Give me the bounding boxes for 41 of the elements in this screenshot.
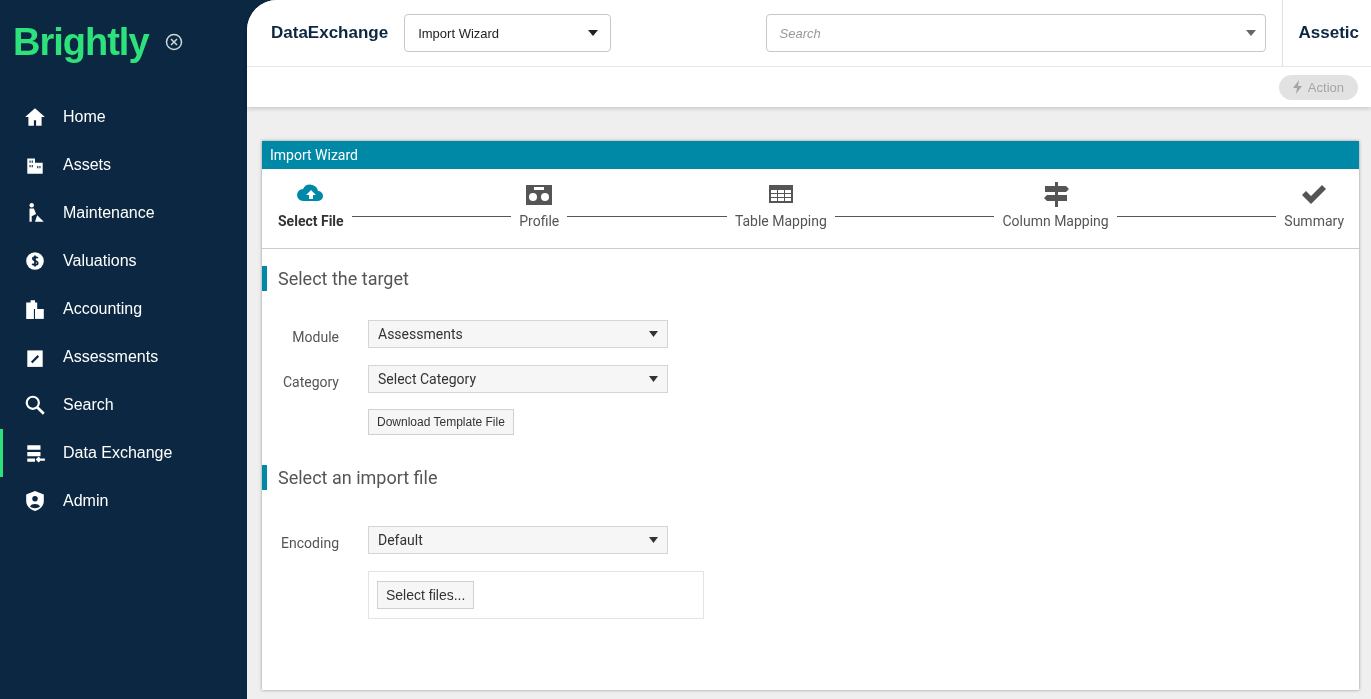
lightning-icon (1292, 80, 1302, 94)
panel-title: Import Wizard (270, 147, 358, 163)
home-icon (24, 106, 46, 128)
wizard-step[interactable]: Table Mapping (734, 181, 827, 229)
server-icon (24, 442, 46, 464)
sidebar-item[interactable]: Admin (0, 477, 247, 525)
sidebar-item[interactable]: Maintenance (0, 189, 247, 237)
close-icon[interactable] (164, 33, 183, 51)
field-label: Module (292, 327, 339, 345)
wizard-step[interactable]: Select File (278, 181, 344, 229)
section-heading: Select an import file (262, 465, 1359, 490)
dropdown-field[interactable]: Select Category (368, 365, 668, 393)
dropdown-field[interactable]: Assessments (368, 320, 668, 348)
caret-icon (649, 376, 658, 382)
sidebar-item[interactable]: Valuations (0, 237, 247, 285)
money-icon (24, 250, 46, 272)
sidebar-item[interactable]: Home (0, 93, 247, 141)
section-heading: Select the target (262, 266, 1359, 291)
caret-icon (588, 30, 599, 36)
brightly-logo: Brightly (13, 23, 149, 61)
caret-icon (649, 537, 658, 543)
sidebar-item[interactable]: Accounting (0, 285, 247, 333)
wizard-step[interactable]: Summary (1284, 181, 1345, 229)
wizard-step[interactable]: Column Mapping (1002, 181, 1109, 229)
select-files-button[interactable]: Select files... (377, 581, 475, 609)
dropdown-field[interactable]: Default (368, 526, 668, 554)
shield-icon (24, 490, 46, 512)
field-label: Category (282, 372, 339, 390)
search-field[interactable]: Search (765, 14, 1266, 52)
sidebar-item[interactable]: Assessments (0, 333, 247, 381)
page-dropdown[interactable]: Import Wizard (404, 14, 612, 52)
field-label: Encoding (281, 533, 339, 551)
page-title: DataExchange (271, 23, 389, 43)
download-template-button[interactable]: Download Template File (368, 409, 514, 435)
caret-icon (1245, 30, 1256, 36)
search-icon (24, 394, 46, 416)
caret-icon (649, 331, 658, 337)
tenant-name: Assetic (1281, 0, 1371, 66)
sidebar-item[interactable]: Assets (0, 141, 247, 189)
sidebar-item[interactable]: Search (0, 381, 247, 429)
wizard-step[interactable]: Profile (519, 181, 560, 229)
